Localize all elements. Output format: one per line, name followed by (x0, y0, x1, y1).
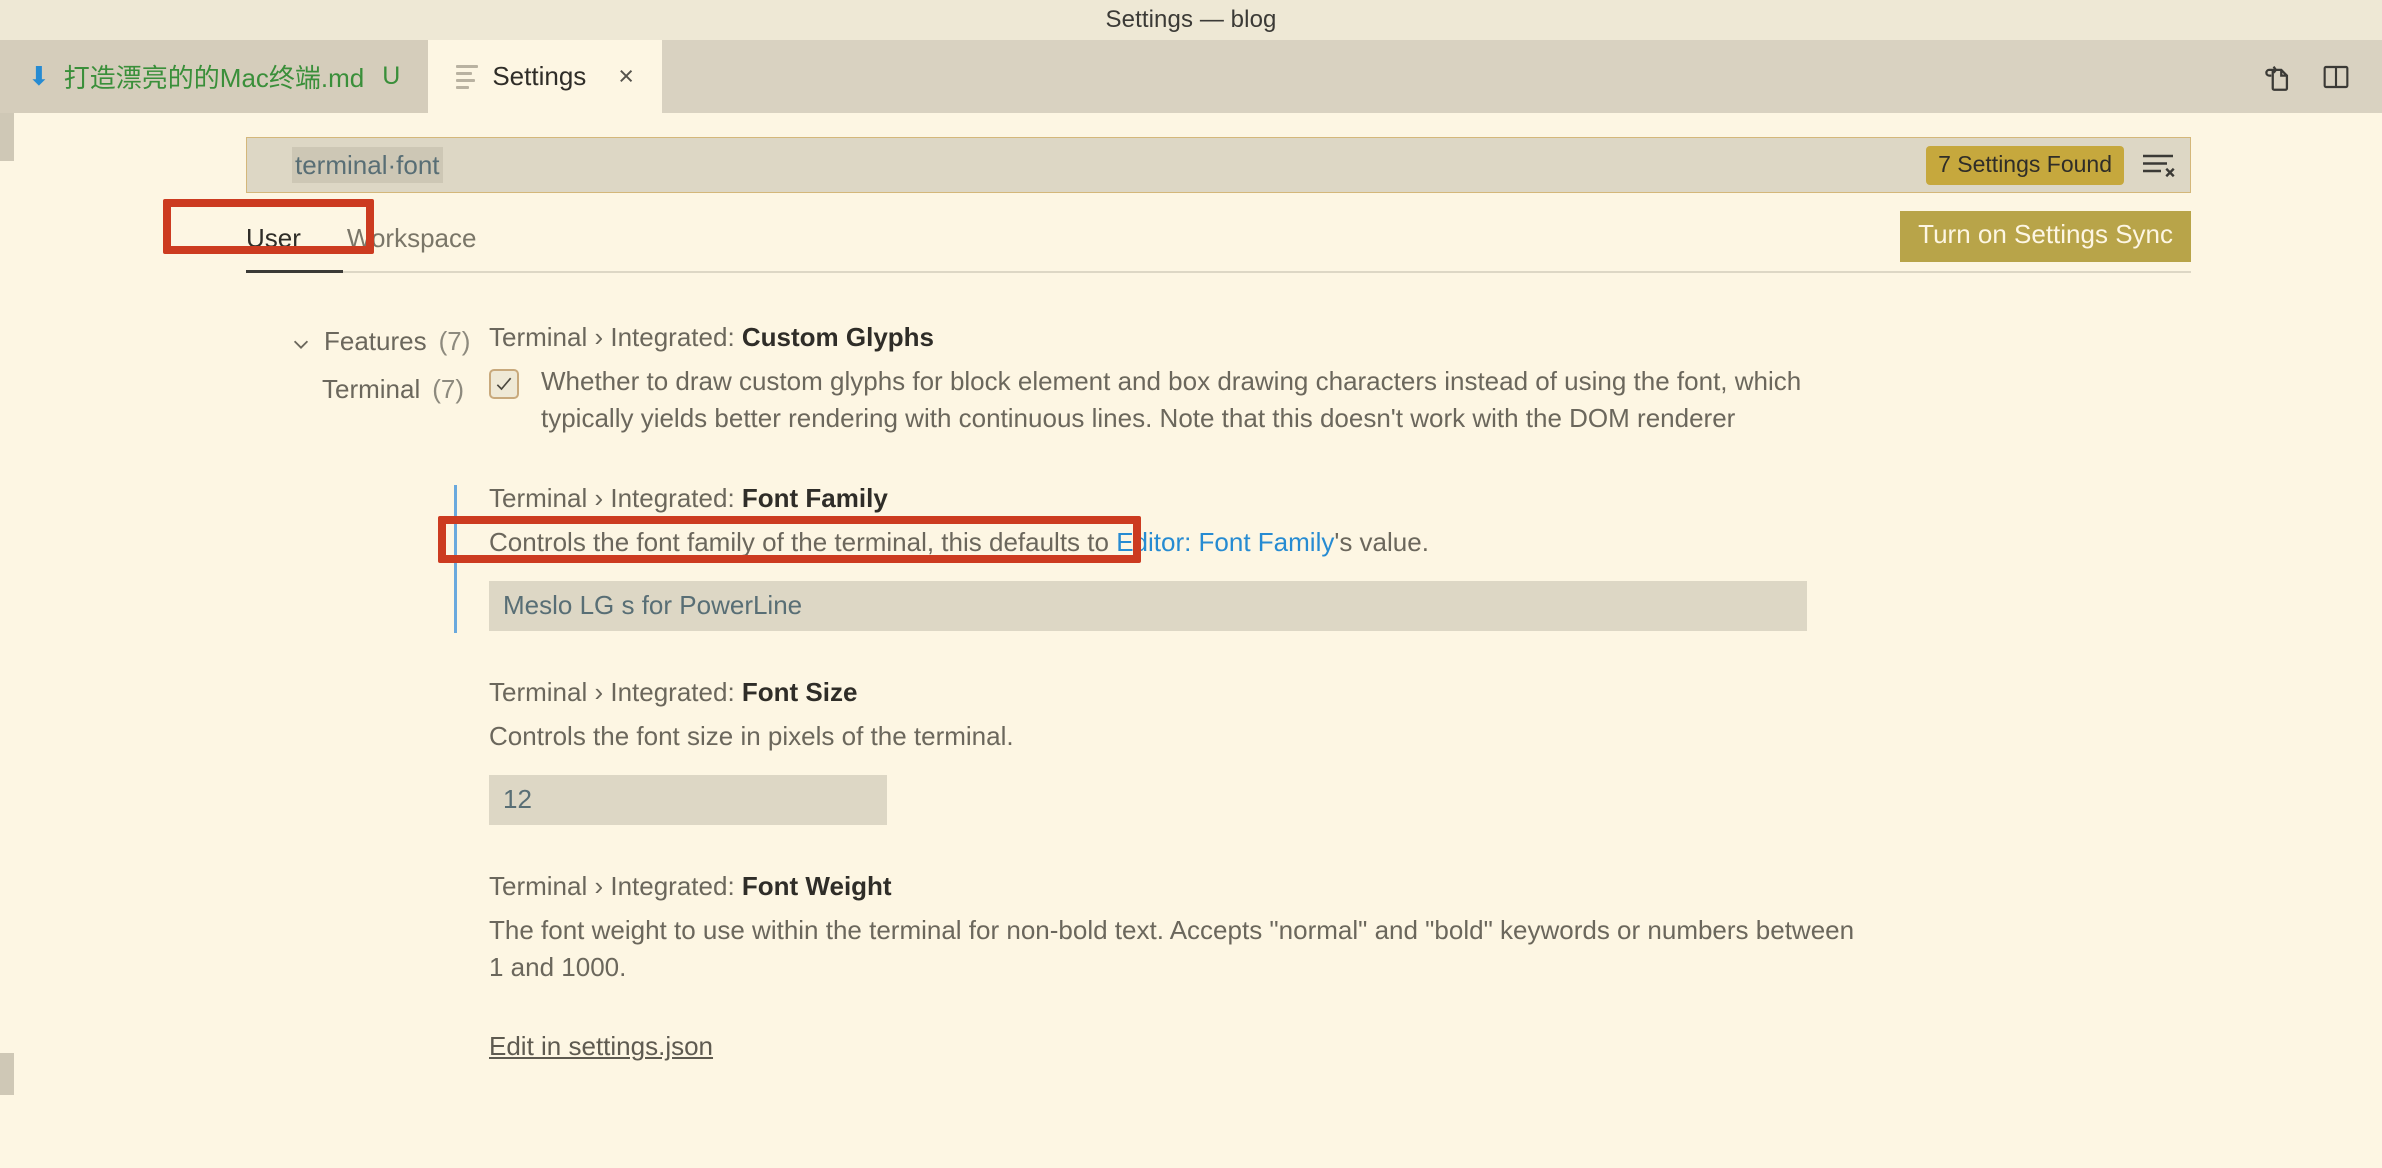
setting-category: Terminal › Integrated: (489, 677, 742, 707)
editor-tab-markdown[interactable]: ⬇ 打造漂亮的的Mac终端.md U (0, 40, 428, 113)
toc-item-features[interactable]: Features (7) (290, 322, 454, 370)
setting-custom-glyphs: Terminal › Integrated: Custom Glyphs Whe… (454, 322, 1874, 437)
editor-tab-settings[interactable]: Settings × (428, 40, 662, 113)
editor-font-family-link[interactable]: Editor: Font Family (1116, 527, 1334, 557)
settings-search-bar[interactable]: terminal·font 7 Settings Found (246, 137, 2191, 193)
close-icon[interactable]: × (618, 63, 634, 90)
custom-glyphs-checkbox[interactable] (489, 369, 519, 399)
font-size-input[interactable]: 12 (489, 775, 887, 825)
setting-name: Font Weight (742, 871, 892, 901)
search-bar-right: 7 Settings Found (1926, 146, 2190, 185)
setting-body: Whether to draw custom glyphs for block … (489, 363, 1874, 437)
scope-tab-list: User Workspace (246, 223, 498, 270)
results-count-badge: 7 Settings Found (1926, 146, 2124, 185)
setting-title: Terminal › Integrated: Font Family (489, 483, 1874, 514)
settings-editor: terminal·font 7 Settings Found User Work… (14, 113, 2382, 1168)
search-input[interactable]: terminal·font (292, 147, 443, 184)
tab-workspace[interactable]: Workspace (325, 223, 499, 270)
open-changes-icon[interactable] (2260, 60, 2294, 94)
window-titlebar: Settings — blog (0, 0, 2382, 40)
scope-tab-divider (246, 271, 2191, 273)
setting-category: Terminal › Integrated: (489, 871, 742, 901)
scope-tab-active-indicator (246, 270, 343, 273)
toc-item-terminal[interactable]: Terminal (7) (290, 370, 454, 418)
activity-bar (0, 113, 14, 1168)
setting-description: Whether to draw custom glyphs for block … (541, 363, 1874, 437)
chevron-down-icon (290, 331, 312, 353)
setting-category: Terminal › Integrated: (489, 483, 742, 513)
window-title: Settings — blog (1106, 6, 1277, 34)
setting-title: Terminal › Integrated: Font Size (489, 677, 1874, 708)
setting-font-weight: Terminal › Integrated: Font Weight The f… (454, 871, 1874, 986)
toc-item-label: Features (324, 326, 427, 357)
setting-description: Controls the font size in pixels of the … (489, 718, 1864, 755)
edit-in-settings-json-link[interactable]: Edit in settings.json (454, 1031, 713, 1062)
settings-scope-tabs: User Workspace Turn on Settings Sync (246, 223, 2191, 274)
turn-on-settings-sync-button[interactable]: Turn on Settings Sync (1900, 211, 2191, 262)
setting-name: Font Family (742, 483, 888, 513)
split-editor-icon[interactable] (2320, 61, 2352, 93)
description-text-before: Controls the font family of the terminal… (489, 527, 1116, 557)
workbench-body: terminal·font 7 Settings Found User Work… (0, 113, 2382, 1168)
setting-description: The font weight to use within the termin… (489, 912, 1864, 986)
clear-filter-icon[interactable] (2140, 150, 2176, 180)
setting-description: Controls the font family of the terminal… (489, 524, 1864, 561)
editor-tab-badge: U (382, 62, 400, 91)
settings-content: Features (7) Terminal (7) Terminal › Int… (14, 322, 2382, 1062)
setting-name: Font Size (742, 677, 858, 707)
setting-name: Custom Glyphs (742, 322, 934, 352)
settings-list-icon (456, 65, 478, 89)
tab-user[interactable]: User (246, 223, 325, 270)
setting-font-size: Terminal › Integrated: Font Size Control… (454, 677, 1874, 825)
settings-toc: Features (7) Terminal (7) (14, 322, 454, 1062)
settings-item-list: Terminal › Integrated: Custom Glyphs Whe… (454, 322, 1914, 1062)
description-text-after: 's value. (1334, 527, 1429, 557)
setting-title: Terminal › Integrated: Custom Glyphs (489, 322, 1874, 353)
editor-tab-label: 打造漂亮的的Mac终端.md (64, 58, 364, 95)
font-family-input[interactable]: Meslo LG s for PowerLine (489, 581, 1807, 631)
setting-font-family: Terminal › Integrated: Font Family Contr… (454, 483, 1874, 631)
editor-tab-actions (2260, 40, 2382, 113)
editor-tab-bar: ⬇ 打造漂亮的的Mac终端.md U Settings × (0, 40, 2382, 113)
download-arrow-icon: ⬇ (28, 63, 50, 89)
editor-tab-label: Settings (492, 61, 586, 92)
setting-title: Terminal › Integrated: Font Weight (489, 871, 1874, 902)
setting-category: Terminal › Integrated: (489, 322, 742, 352)
toc-item-label: Terminal (322, 374, 420, 405)
